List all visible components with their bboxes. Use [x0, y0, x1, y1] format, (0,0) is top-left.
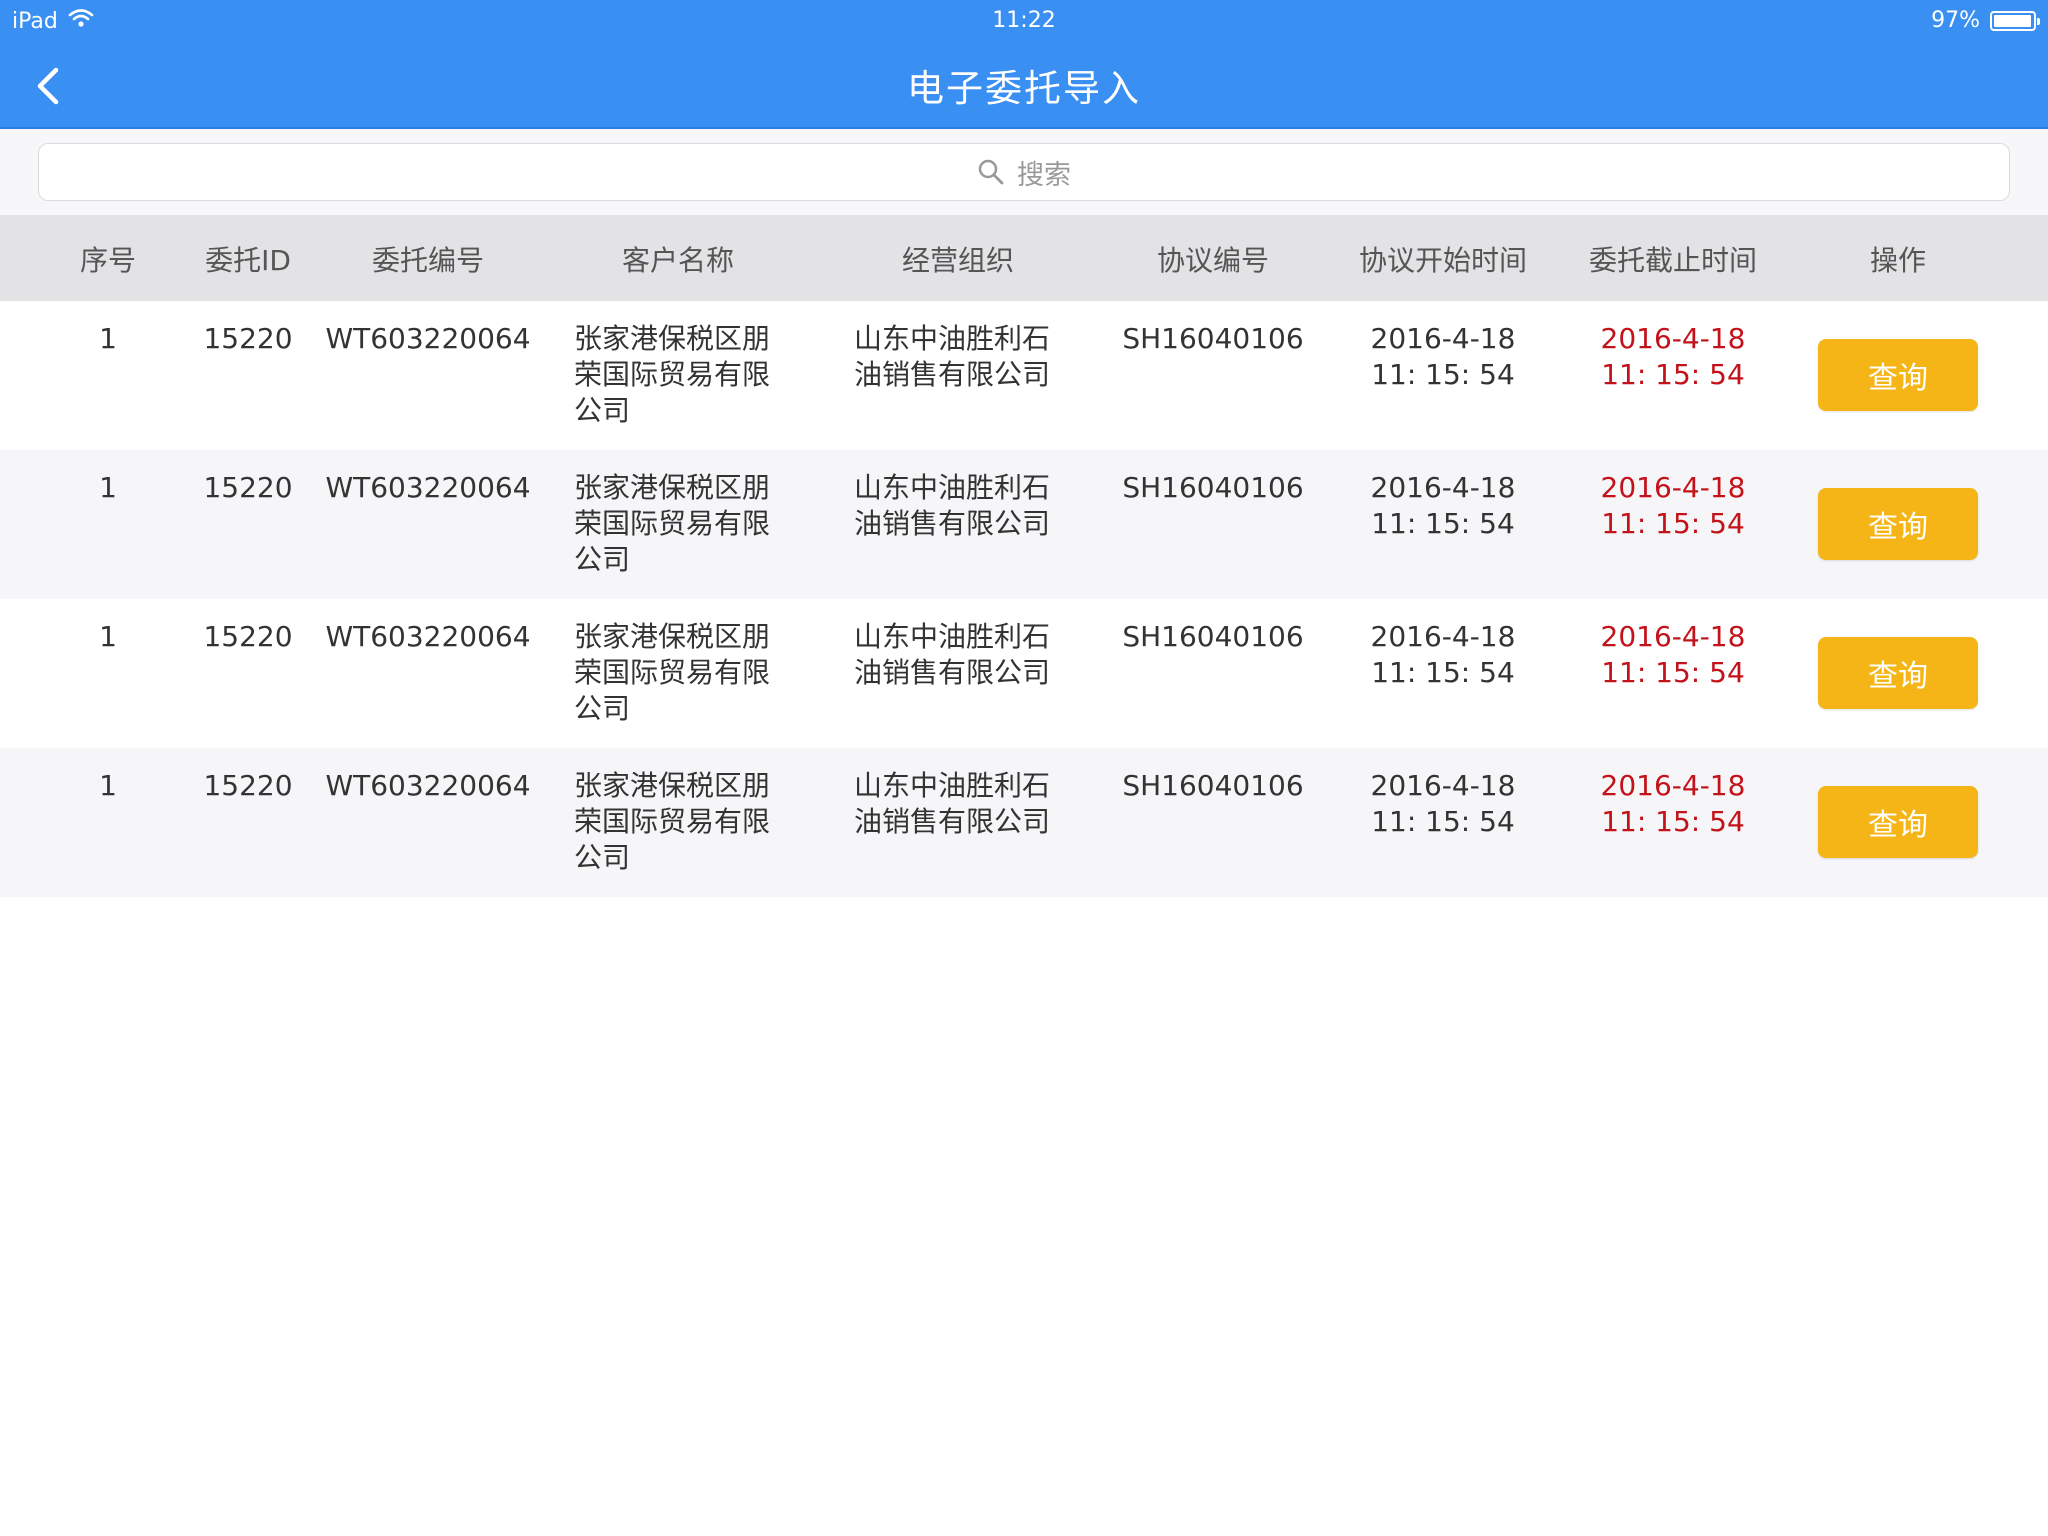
end-date: 2016-4-18 [1600, 620, 1746, 653]
org-line: 油销售有限公司 [854, 507, 1051, 540]
header-start-time: 协议开始时间 [1358, 244, 1527, 277]
customer-line: 公司 [574, 543, 631, 576]
table-row: 1 15220 WT603220064 张家港保税区朋 荣国际贸易有限 公司 山… [0, 450, 2048, 599]
page-title: 电子委托导入 [907, 67, 1141, 110]
start-time-cell: 2016-4-18 11: 15: 54 [1338, 768, 1548, 840]
org-line: 山东中油胜利石 [854, 620, 1051, 653]
customer-cell: 张家港保税区朋 荣国际贸易有限 公司 [574, 321, 794, 429]
end-time: 11: 15: 54 [1601, 805, 1745, 838]
table-row: 1 15220 WT603220064 张家港保税区朋 荣国际贸易有限 公司 山… [0, 748, 2048, 897]
id-cell: 15220 [203, 322, 293, 355]
id-cell: 15220 [203, 620, 293, 653]
table-row: 1 15220 WT603220064 张家港保税区朋 荣国际贸易有限 公司 山… [0, 599, 2048, 748]
customer-cell: 张家港保税区朋 荣国际贸易有限 公司 [574, 619, 794, 727]
start-time-cell: 2016-4-18 11: 15: 54 [1338, 470, 1548, 542]
customer-line: 公司 [574, 394, 631, 427]
seq-cell: 1 [99, 620, 117, 653]
query-button[interactable]: 查询 [1818, 637, 1978, 709]
start-date: 2016-4-18 [1370, 322, 1516, 355]
org-cell: 山东中油胜利石 油销售有限公司 [854, 321, 1074, 393]
agreement-cell: SH16040106 [1122, 769, 1304, 802]
end-time-cell: 2016-4-18 11: 15: 54 [1568, 321, 1778, 393]
code-cell: WT603220064 [325, 471, 531, 504]
id-cell: 15220 [203, 769, 293, 802]
header-action: 操作 [1869, 244, 1926, 277]
seq-cell: 1 [99, 769, 117, 802]
agreement-cell: SH16040106 [1122, 471, 1304, 504]
org-cell: 山东中油胜利石 油销售有限公司 [854, 470, 1074, 542]
start-time: 11: 15: 54 [1371, 358, 1515, 391]
status-bar: iPad 11:22 97% [0, 0, 2048, 42]
org-cell: 山东中油胜利石 油销售有限公司 [854, 619, 1074, 691]
search-input[interactable]: 搜索 [38, 143, 2010, 201]
customer-line: 公司 [574, 841, 631, 874]
table-header: 序号 委托ID 委托编号 客户名称 经营组织 协议编号 协议开始时间 委托截止时… [0, 215, 2048, 301]
header-code: 委托编号 [371, 244, 484, 277]
seq-cell: 1 [99, 471, 117, 504]
start-time: 11: 15: 54 [1371, 656, 1515, 689]
query-button[interactable]: 查询 [1818, 488, 1978, 560]
id-cell: 15220 [203, 471, 293, 504]
end-time-cell: 2016-4-18 11: 15: 54 [1568, 619, 1778, 691]
customer-line: 张家港保税区朋 [574, 471, 771, 504]
end-date: 2016-4-18 [1600, 769, 1746, 802]
customer-cell: 张家港保税区朋 荣国际贸易有限 公司 [574, 768, 794, 876]
code-cell: WT603220064 [325, 769, 531, 802]
search-icon [978, 159, 1004, 185]
customer-line: 张家港保税区朋 [574, 620, 771, 653]
query-button[interactable]: 查询 [1818, 339, 1978, 411]
org-line: 油销售有限公司 [854, 805, 1051, 838]
customer-cell: 张家港保税区朋 荣国际贸易有限 公司 [574, 470, 794, 578]
start-time-cell: 2016-4-18 11: 15: 54 [1338, 321, 1548, 393]
end-time: 11: 15: 54 [1601, 358, 1745, 391]
header-org: 经营组织 [901, 244, 1014, 277]
org-line: 山东中油胜利石 [854, 769, 1051, 802]
search-placeholder: 搜索 [1017, 159, 1071, 191]
end-time: 11: 15: 54 [1601, 656, 1745, 689]
seq-cell: 1 [99, 322, 117, 355]
header-end-time: 委托截止时间 [1588, 244, 1757, 277]
start-time: 11: 15: 54 [1371, 507, 1515, 540]
start-time: 11: 15: 54 [1371, 805, 1515, 838]
customer-line: 荣国际贸易有限 [574, 656, 771, 689]
table-row: 1 15220 WT603220064 张家港保税区朋 荣国际贸易有限 公司 山… [0, 301, 2048, 450]
org-line: 山东中油胜利石 [854, 471, 1051, 504]
query-button[interactable]: 查询 [1818, 786, 1978, 858]
end-time-cell: 2016-4-18 11: 15: 54 [1568, 470, 1778, 542]
org-line: 油销售有限公司 [854, 656, 1051, 689]
agreement-cell: SH16040106 [1122, 322, 1304, 355]
start-date: 2016-4-18 [1370, 620, 1516, 653]
code-cell: WT603220064 [325, 620, 531, 653]
end-time-cell: 2016-4-18 11: 15: 54 [1568, 768, 1778, 840]
agreement-cell: SH16040106 [1122, 620, 1304, 653]
customer-line: 张家港保税区朋 [574, 769, 771, 802]
start-time-cell: 2016-4-18 11: 15: 54 [1338, 619, 1548, 691]
end-date: 2016-4-18 [1600, 471, 1746, 504]
end-time: 11: 15: 54 [1601, 507, 1745, 540]
end-date: 2016-4-18 [1600, 322, 1746, 355]
customer-line: 公司 [574, 692, 631, 725]
org-line: 山东中油胜利石 [854, 322, 1051, 355]
start-date: 2016-4-18 [1370, 769, 1516, 802]
search-area: 搜索 [0, 129, 2048, 215]
navigation-bar: iPad 11:22 97% 电子委托导入 [0, 0, 2048, 129]
org-cell: 山东中油胜利石 油销售有限公司 [854, 768, 1074, 840]
battery-icon [1990, 10, 2040, 31]
customer-line: 张家港保税区朋 [574, 322, 771, 355]
header-customer: 客户名称 [621, 244, 734, 277]
org-line: 油销售有限公司 [854, 358, 1051, 391]
header-agreement: 协议编号 [1156, 244, 1269, 277]
customer-line: 荣国际贸易有限 [574, 507, 771, 540]
customer-line: 荣国际贸易有限 [574, 358, 771, 391]
customer-line: 荣国际贸易有限 [574, 805, 771, 838]
battery-percent: 97% [1931, 8, 1980, 33]
status-time: 11:22 [992, 8, 1056, 33]
code-cell: WT603220064 [325, 322, 531, 355]
header-id: 委托ID [205, 244, 291, 277]
header-seq: 序号 [79, 244, 136, 277]
start-date: 2016-4-18 [1370, 471, 1516, 504]
